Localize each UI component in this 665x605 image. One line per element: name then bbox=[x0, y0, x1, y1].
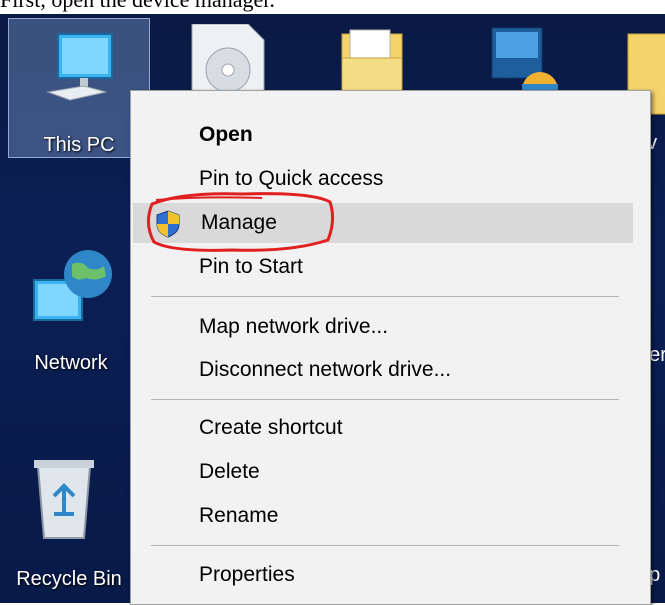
menu-item-label: Disconnect network drive... bbox=[199, 358, 452, 381]
menu-item-label: Properties bbox=[199, 563, 295, 586]
menu-item-label: Open bbox=[199, 123, 253, 146]
menu-item-label: Delete bbox=[199, 460, 260, 483]
menu-item-label: Pin to Quick access bbox=[199, 167, 384, 190]
menu-item-create-shortcut[interactable]: Create shortcut bbox=[131, 408, 650, 448]
menu-separator bbox=[151, 545, 619, 546]
shield-icon bbox=[156, 210, 180, 238]
menu-item-pin-start[interactable]: Pin to Start bbox=[131, 247, 650, 287]
menu-item-manage[interactable]: Manage bbox=[133, 203, 633, 243]
menu-item-label: Rename bbox=[199, 504, 279, 527]
recycle-bin-label: Recycle Bin bbox=[16, 568, 122, 590]
menu-item-label: Create shortcut bbox=[199, 416, 343, 439]
menu-item-disconnect-network-drive[interactable]: Disconnect network drive... bbox=[131, 350, 650, 390]
menu-item-delete[interactable]: Delete bbox=[131, 452, 650, 492]
this-pc-icon bbox=[46, 33, 113, 101]
menu-item-rename[interactable]: Rename bbox=[131, 496, 650, 536]
network-icon bbox=[33, 250, 112, 321]
menu-item-properties[interactable]: Properties bbox=[131, 555, 650, 595]
menu-item-label: Pin to Start bbox=[199, 255, 303, 278]
this-pc-label: This PC bbox=[43, 134, 115, 156]
network-label: Network bbox=[34, 352, 108, 374]
menu-item-label: Manage bbox=[201, 211, 277, 234]
menu-item-pin-quick-access[interactable]: Pin to Quick access bbox=[131, 159, 650, 199]
menu-separator bbox=[151, 296, 619, 297]
recycle-bin-icon bbox=[34, 460, 94, 539]
menu-item-open[interactable]: Open bbox=[131, 115, 650, 155]
page-caption: First, open the device manager. bbox=[0, 0, 665, 14]
menu-item-map-network-drive[interactable]: Map network drive... bbox=[131, 307, 650, 347]
context-menu: Open Pin to Quick access Manage Pin to S… bbox=[130, 90, 651, 605]
menu-item-label: Map network drive... bbox=[199, 315, 389, 338]
menu-separator bbox=[151, 399, 619, 400]
